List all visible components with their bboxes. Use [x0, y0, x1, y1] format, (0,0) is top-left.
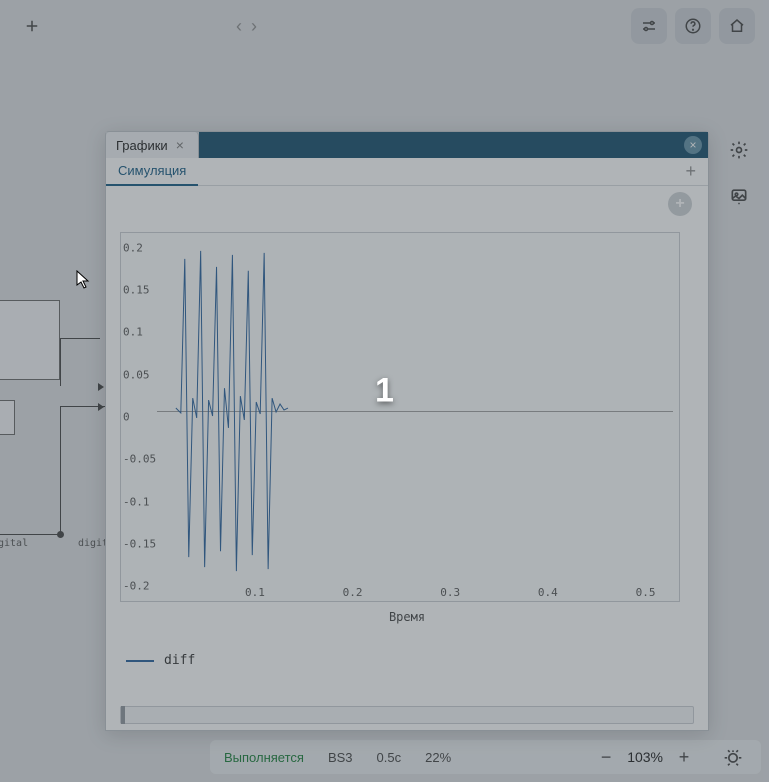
subtab-label: Симуляция	[118, 163, 186, 178]
close-tab-icon[interactable]: ×	[176, 137, 184, 153]
x-tick: 0.2	[343, 586, 363, 599]
port-label: gital	[0, 538, 28, 549]
top-toolbar: ‹ ›	[0, 0, 769, 52]
panel-body: + 0.2 0.15 0.1 0.05 0 -0.05 -0.1 -0.15 -…	[106, 186, 708, 730]
panel-titlebar[interactable]: Графики × ×	[106, 132, 708, 158]
y-tick: -0.1	[123, 495, 150, 508]
x-tick: 0.4	[538, 586, 558, 599]
y-tick: 0.1	[123, 326, 143, 339]
y-tick: -0.2	[123, 580, 150, 593]
panel-tab-label: Графики	[116, 138, 168, 153]
diagram-canvas[interactable]: gital digital	[0, 300, 105, 540]
graphs-panel: Графики × × Симуляция + + 0.2 0.15 0.1 0…	[105, 131, 709, 731]
status-solver: BS3	[328, 750, 353, 765]
status-progress: 22%	[425, 750, 451, 765]
y-tick: 0.05	[123, 368, 150, 381]
legend-label: diff	[164, 653, 195, 668]
panel-tab-graphs[interactable]: Графики ×	[106, 132, 199, 158]
y-tick: 0	[123, 411, 130, 424]
help-button[interactable]	[675, 8, 711, 44]
y-tick: -0.15	[123, 537, 156, 550]
image-icon[interactable]	[721, 178, 757, 214]
diagram-block[interactable]	[0, 400, 15, 435]
gear-icon[interactable]	[721, 132, 757, 168]
zoom-in-button[interactable]: +	[673, 746, 695, 768]
status-time: 0.5с	[377, 750, 402, 765]
legend-swatch	[126, 660, 154, 662]
debug-button[interactable]	[719, 743, 747, 771]
close-panel-icon[interactable]: ×	[684, 136, 702, 154]
loading-indicator: ‹ ›	[236, 16, 259, 37]
zoom-out-button[interactable]: −	[595, 746, 617, 768]
y-tick: 0.2	[123, 241, 143, 254]
x-tick: 0.1	[245, 586, 265, 599]
add-button[interactable]	[14, 8, 50, 44]
right-tool-column	[721, 132, 757, 214]
add-plot-icon[interactable]: +	[668, 192, 692, 216]
status-state: Выполняется	[224, 750, 304, 765]
scrubber-thumb[interactable]	[121, 706, 125, 724]
x-tick: 0.5	[636, 586, 656, 599]
x-tick: 0.3	[440, 586, 460, 599]
plot-area[interactable]	[157, 239, 673, 583]
signal-line	[157, 239, 673, 583]
zoom-controls: − 103% +	[595, 746, 695, 768]
home-button[interactable]	[719, 8, 755, 44]
settings-sliders-button[interactable]	[631, 8, 667, 44]
y-tick: -0.05	[123, 453, 156, 466]
y-tick: 0.15	[123, 284, 150, 297]
add-subtab-icon[interactable]: +	[679, 161, 702, 182]
diagram-block[interactable]	[0, 300, 60, 380]
chart[interactable]: 0.2 0.15 0.1 0.05 0 -0.05 -0.1 -0.15 -0.…	[120, 232, 680, 602]
subtab-simulation[interactable]: Симуляция	[106, 158, 198, 186]
time-scrubber[interactable]	[120, 706, 694, 724]
cursor-icon	[76, 270, 92, 290]
panel-titlebar-drag[interactable]: ×	[199, 132, 708, 158]
panel-subtab-bar: Симуляция +	[106, 158, 708, 186]
zoom-value: 103%	[627, 749, 663, 765]
legend: diff	[126, 653, 195, 668]
status-bar: Выполняется BS3 0.5с 22% − 103% +	[210, 740, 761, 774]
x-axis-label: Время	[106, 610, 708, 624]
